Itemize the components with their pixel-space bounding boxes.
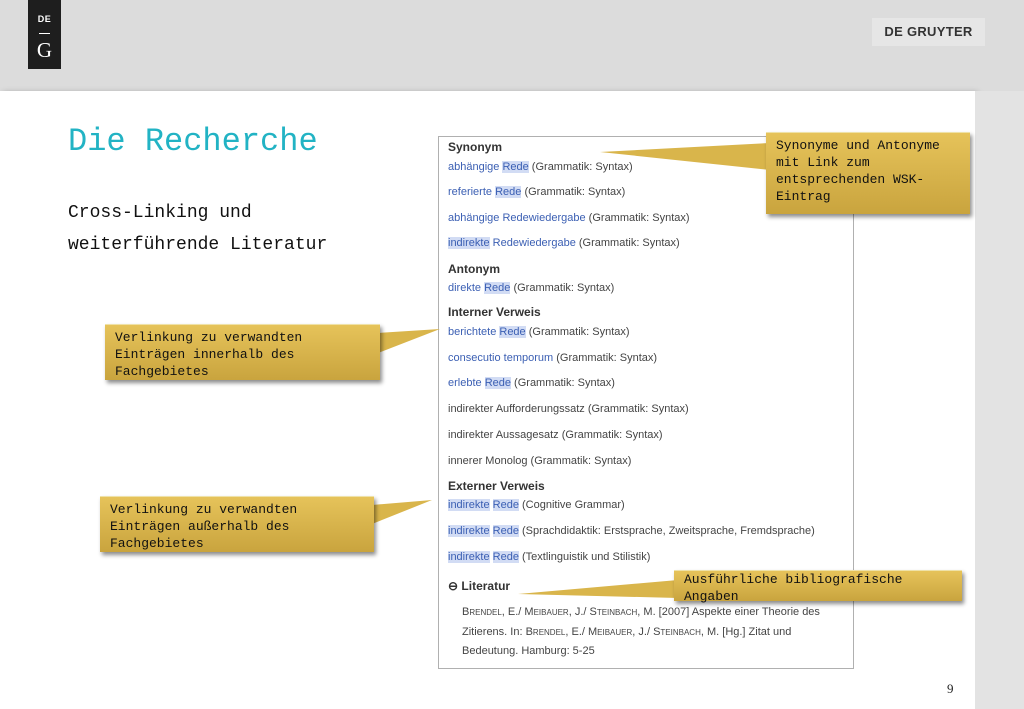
internal-row: indirekter Aussagesatz (Grammatik: Synta… [448, 429, 663, 441]
subtitle-line-2: weiterführende Literatur [68, 235, 328, 255]
entry-category: (Grammatik: Syntax) [525, 326, 630, 338]
citation-text: , E./ [501, 606, 525, 618]
citation-text: , E./ [565, 625, 588, 638]
section-synonym: Synonym [448, 140, 503, 154]
entry-category: (Grammatik: Syntax) [585, 212, 690, 224]
external-row[interactable]: indirekte Rede (Sprachdidaktik: Erstspra… [448, 525, 815, 537]
page-number: 9 [947, 681, 954, 696]
internal-row[interactable]: consecutio temporum (Grammatik: Syntax) [448, 352, 657, 364]
citation-author: Steinbach [653, 625, 701, 638]
search-term-highlight[interactable]: indirekte [448, 525, 490, 537]
de-gruyter-logo[interactable]: DE G [28, 0, 61, 69]
external-row[interactable]: indirekte Rede (Cognitive Grammar) [448, 499, 625, 511]
entry-link[interactable]: abhängige Redewiedergabe [448, 212, 586, 224]
search-term-highlight[interactable]: Rede [492, 525, 519, 537]
external-row[interactable]: indirekte Rede (Textlinguistik und Stili… [448, 551, 650, 563]
citation-author: Brendel [525, 625, 566, 638]
internal-row[interactable]: berichtete Rede (Grammatik: Syntax) [448, 326, 630, 338]
entry-category: (Cognitive Grammar) [518, 499, 625, 511]
right-margin [975, 91, 1024, 709]
search-term-highlight[interactable]: Rede [499, 326, 526, 338]
search-term-highlight[interactable]: Rede [492, 499, 519, 511]
citation-author: Steinbach [589, 606, 638, 618]
synonym-row[interactable]: referierte Rede (Grammatik: Syntax) [448, 186, 625, 198]
section-internal-reference: Interner Verweis [448, 305, 541, 319]
search-term-highlight[interactable]: Rede [502, 161, 529, 173]
collapse-icon[interactable]: ⊖ [448, 579, 458, 593]
internal-row: indirekter Aufforderungssatz (Grammatik:… [448, 403, 689, 415]
synonym-row[interactable]: abhängige Redewiedergabe (Grammatik: Syn… [448, 212, 690, 224]
citation-author: Meibauer [524, 606, 569, 618]
entry-category: (Grammatik: Syntax) [521, 186, 626, 198]
subtitle-line-1: Cross-Linking und [68, 203, 252, 223]
antonym-row[interactable]: direkte Rede (Grammatik: Syntax) [448, 282, 614, 294]
section-external-reference: Externer Verweis [448, 479, 545, 493]
callout-synonyms: Synonyme und Antonyme mit Link zum entsp… [766, 132, 970, 214]
search-term-highlight[interactable]: indirekte [448, 237, 490, 249]
internal-row[interactable]: erlebte Rede (Grammatik: Syntax) [448, 377, 615, 389]
entry-link[interactable]: erlebte [448, 377, 482, 389]
entry-link[interactable]: referierte [448, 186, 492, 198]
entry-category: (Textlinguistik und Stilistik) [518, 551, 651, 563]
literature-toggle[interactable]: ⊖ Literatur [448, 579, 510, 593]
search-term-highlight[interactable]: indirekte [448, 551, 490, 563]
literature-citation: Brendel, E./ Meibauer, J./ Steinbach, M.… [462, 603, 847, 662]
entry-category: (Grammatik: Syntax) [511, 377, 615, 389]
entry-link[interactable]: berichtete [448, 326, 496, 338]
entry-link[interactable]: consecutio temporum [448, 352, 553, 364]
search-term-highlight[interactable]: Rede [484, 377, 511, 389]
synonym-row[interactable]: abhängige Rede (Grammatik: Syntax) [448, 161, 633, 173]
citation-text: , J./ [568, 606, 590, 618]
citation-author: Meibauer [588, 625, 633, 638]
search-term-highlight[interactable]: Rede [495, 186, 522, 198]
callout-internal-links: Verlinkung zu verwandten Einträgen inner… [105, 324, 380, 380]
callout-literature: Ausführliche bibliografische Angaben [674, 570, 962, 604]
entry-link[interactable]: direkte [448, 282, 481, 294]
logo-divider [39, 33, 50, 34]
citation-author: Brendel [462, 606, 502, 618]
section-literature: Literatur [461, 579, 511, 593]
search-term-highlight[interactable]: Rede [492, 551, 519, 563]
citation-text: , J./ [632, 625, 654, 638]
callout-external-links: Verlinkung zu verwandten Einträgen außer… [100, 496, 374, 552]
entry-category: (Grammatik: Syntax) [575, 237, 680, 249]
top-bar [0, 0, 1024, 91]
slide-subtitle: Cross-Linking und weiterführende Literat… [68, 197, 408, 261]
internal-row: innerer Monolog (Grammatik: Syntax) [448, 455, 632, 467]
entry-link[interactable]: Redewiedergabe [493, 237, 576, 249]
synonym-row[interactable]: indirekte Redewiedergabe (Grammatik: Syn… [448, 237, 680, 249]
logo-letter: G [36, 38, 53, 62]
search-term-highlight[interactable]: Rede [484, 282, 511, 294]
entry-category: (Grammatik: Syntax) [528, 161, 633, 173]
entry-category: (Grammatik: Syntax) [553, 352, 658, 364]
slide-title: Die Recherche [68, 123, 318, 160]
entry-category: (Sprachdidaktik: Erstsprache, Zweitsprac… [518, 525, 815, 537]
entry-category: (Grammatik: Syntax) [510, 282, 615, 294]
search-term-highlight[interactable]: indirekte [448, 499, 490, 511]
section-antonym: Antonym [448, 262, 500, 276]
brand-label: DE GRUYTER [872, 18, 985, 46]
entry-link[interactable]: abhängige [448, 161, 499, 173]
logo-text-de: DE [37, 14, 52, 24]
